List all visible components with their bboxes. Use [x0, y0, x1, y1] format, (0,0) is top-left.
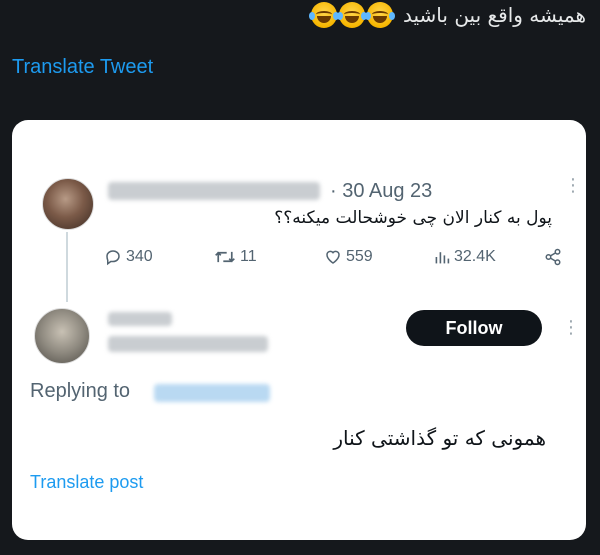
reply-post-text: همونی که تو گذاشتی کنار [333, 426, 546, 450]
caption: همیشه واقع بین باشید [309, 2, 586, 28]
reply-count: 340 [126, 248, 153, 265]
views-button[interactable]: 32.4K [434, 248, 544, 266]
heart-icon [326, 250, 340, 264]
blurred-handle [108, 336, 268, 352]
emoji-group [309, 2, 396, 28]
thread-connector-line [66, 232, 68, 302]
translate-post-link[interactable]: Translate post [30, 472, 143, 493]
original-post-text: پول به کنار الان چی خوشحالت میکنه؟؟ [274, 208, 552, 228]
crying-laughing-emoji-icon [337, 2, 368, 28]
share-icon [545, 248, 561, 266]
follow-button[interactable]: Follow [406, 310, 542, 346]
share-button[interactable] [544, 248, 574, 266]
avatar-reply-author[interactable] [34, 308, 90, 364]
reply-icon [106, 250, 120, 266]
view-count: 32.4K [454, 248, 496, 265]
repost-button[interactable]: 11 [214, 248, 324, 266]
blurred-mention-link[interactable] [154, 384, 270, 402]
embedded-thread-card: · 30 Aug 23 ⋮ پول به کنار الان چی خوشحال… [12, 120, 586, 540]
more-options-icon[interactable]: ⋮ [564, 176, 582, 194]
repost-count: 11 [240, 248, 257, 265]
reply-button[interactable]: 340 [104, 248, 214, 266]
like-count: 559 [346, 248, 373, 265]
crying-laughing-emoji-icon [309, 2, 340, 28]
replying-to-label: Replying to [30, 380, 130, 403]
post-actions-bar: 340 11 559 32.4K [104, 248, 574, 266]
analytics-icon [435, 252, 450, 264]
replying-to-text: Replying to [30, 380, 131, 402]
avatar-original-poster[interactable] [42, 178, 94, 230]
caption-text: همیشه واقع بین باشید [403, 3, 586, 27]
post-date: · 30 Aug 23 [330, 180, 433, 202]
crying-laughing-emoji-icon [365, 2, 396, 28]
like-button[interactable]: 559 [324, 248, 434, 266]
blurred-username [108, 182, 320, 200]
blurred-display-name [108, 312, 172, 326]
repost-icon [215, 251, 235, 263]
translate-tweet-link[interactable]: Translate Tweet [12, 56, 153, 79]
more-options-icon[interactable]: ⋮ [562, 318, 580, 336]
